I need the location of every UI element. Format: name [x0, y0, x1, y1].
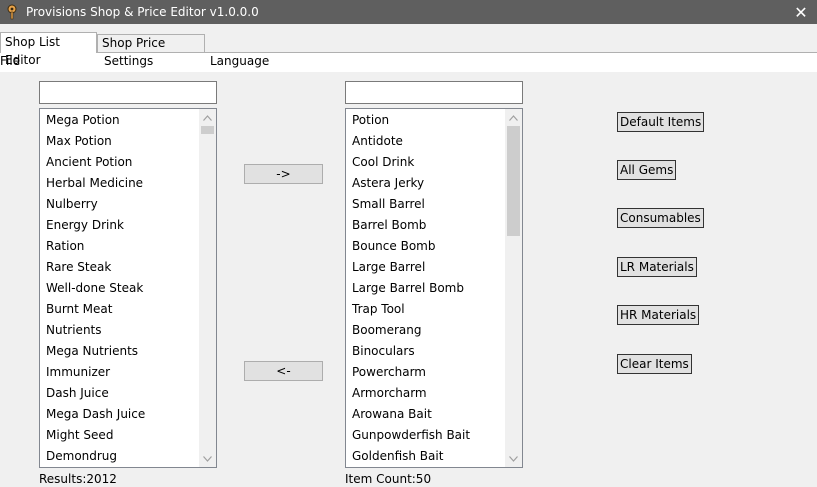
shop-items-listbox[interactable]: Potion Antidote Cool Drink Astera Jerky Smal…: [345, 108, 523, 468]
right-scroll-thumb[interactable]: [507, 126, 520, 236]
default-items-button[interactable]: Default Items: [617, 112, 705, 132]
list-item[interactable]: Antidote: [352, 132, 504, 153]
list-item[interactable]: Energy Drink: [46, 216, 198, 237]
list-item[interactable]: Herbal Medicine: [46, 174, 198, 195]
menu-settings[interactable]: Settings: [104, 54, 153, 68]
list-item[interactable]: Powercharm: [352, 363, 504, 384]
left-scrollbar[interactable]: [199, 109, 216, 467]
list-item[interactable]: Arowana Bait: [352, 405, 504, 426]
app-icon: [0, 0, 24, 24]
all-gems-button[interactable]: All Gems: [617, 160, 677, 180]
tab-shop-list-editor[interactable]: Shop List Editor: [0, 32, 97, 67]
all-items-list: Mega Potion Max Potion Ancient Potion Herba…: [46, 111, 198, 467]
list-item[interactable]: Nulberry: [46, 195, 198, 216]
list-item[interactable]: Might Seed: [46, 426, 198, 447]
list-item[interactable]: Mega Potion: [46, 111, 198, 132]
list-item[interactable]: Small Barrel: [352, 195, 504, 216]
list-item[interactable]: Well-done Steak: [46, 279, 198, 300]
list-item[interactable]: Mega Dash Juice: [46, 405, 198, 426]
tab-bar: Shop List Editor Shop Price Editor: [0, 32, 817, 67]
list-item[interactable]: Bounce Bomb: [352, 237, 504, 258]
list-item[interactable]: Large Barrel Bomb: [352, 279, 504, 300]
left-search-input[interactable]: [39, 81, 217, 104]
list-item[interactable]: Ration: [46, 237, 198, 258]
list-item[interactable]: Potion: [352, 111, 504, 132]
tab-content-shop-list: File Settings Language Mega PotionMax Po…: [0, 52, 817, 487]
lr-materials-button[interactable]: LR Materials: [617, 257, 697, 277]
consumables-button[interactable]: Consumables: [617, 208, 704, 228]
list-item[interactable]: Barrel Bomb: [352, 216, 504, 237]
add-to-shop-button[interactable]: ->: [244, 164, 323, 184]
hr-materials-button[interactable]: HR Materials: [617, 305, 700, 325]
close-icon: ✕: [794, 2, 808, 22]
all-items-listbox[interactable]: Mega Potion Max Potion Ancient Potion Herba…: [39, 108, 217, 468]
list-item[interactable]: Immunizer: [46, 363, 198, 384]
list-item[interactable]: Burnt Meat: [46, 300, 198, 321]
shop-items-list: Potion Antidote Cool Drink Astera Jerky Smal…: [352, 111, 504, 467]
list-item[interactable]: Goldenfish Bait: [352, 447, 504, 467]
item-count: Item Count:50: [345, 472, 432, 486]
list-item[interactable]: Nutrients: [46, 321, 198, 342]
list-item[interactable]: Max Potion: [46, 132, 198, 153]
right-scrollbar[interactable]: [505, 109, 522, 467]
left-scroll-thumb[interactable]: [201, 126, 214, 134]
chevron-down-icon[interactable]: [505, 450, 522, 467]
list-item[interactable]: Binoculars: [352, 342, 504, 363]
close-button[interactable]: ✕: [785, 0, 817, 24]
right-search-input[interactable]: [345, 81, 523, 104]
title-bar: Provisions Shop & Price Editor v1.0.0.0 …: [0, 0, 817, 24]
clear-items-button[interactable]: Clear Items: [617, 354, 692, 374]
results-count: Results:2012: [39, 472, 117, 486]
remove-from-shop-button[interactable]: <-: [244, 361, 323, 381]
chevron-up-icon[interactable]: [505, 109, 522, 126]
list-item[interactable]: Mega Nutrients: [46, 342, 198, 363]
list-item[interactable]: Astera Jerky: [352, 174, 504, 195]
list-item[interactable]: Armorcharm: [352, 384, 504, 405]
window-title: Provisions Shop & Price Editor v1.0.0.0: [26, 5, 259, 19]
chevron-up-icon[interactable]: [199, 109, 216, 126]
menu-language[interactable]: Language: [210, 54, 269, 68]
menu-bar: File Settings Language: [0, 53, 817, 72]
list-item[interactable]: Rare Steak: [46, 258, 198, 279]
list-item[interactable]: Dash Juice: [46, 384, 198, 405]
list-item[interactable]: Demondrug: [46, 447, 198, 467]
list-item[interactable]: Gunpowderfish Bait: [352, 426, 504, 447]
list-item[interactable]: Large Barrel: [352, 258, 504, 279]
list-item[interactable]: Cool Drink: [352, 153, 504, 174]
tab-shop-price-editor[interactable]: Shop Price Editor: [97, 34, 205, 66]
list-item[interactable]: Ancient Potion: [46, 153, 198, 174]
list-item[interactable]: Boomerang: [352, 321, 504, 342]
list-item[interactable]: Trap Tool: [352, 300, 504, 321]
chevron-down-icon[interactable]: [199, 450, 216, 467]
